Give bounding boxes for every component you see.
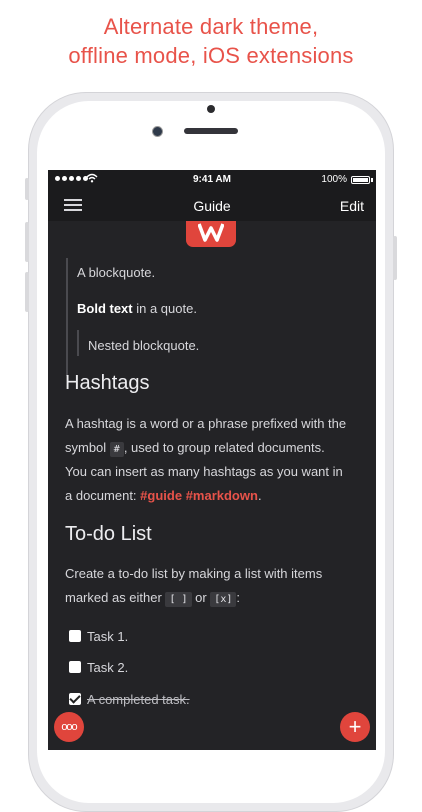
hashtags-line-3: You can insert as many hashtags as you w…: [65, 464, 343, 479]
todo-item: Task 1.: [69, 627, 128, 645]
headline-line-1: Alternate dark theme,: [103, 14, 319, 39]
mute-switch: [25, 178, 29, 200]
todo-line-2: marked as either [ ] or [x]:: [65, 586, 365, 610]
blockquote: A blockquote. Bold text in a quote. Nest…: [66, 258, 367, 376]
todo-heading: To-do List: [65, 523, 152, 545]
add-document-button[interactable]: +: [340, 712, 370, 742]
hashtags-line-4: a document: #guide #markdown.: [65, 484, 365, 508]
battery-tip: [371, 178, 373, 182]
text-span: marked as either: [65, 590, 166, 605]
hashtags-line-1: A hashtag is a word or a phrase prefixed…: [65, 416, 347, 431]
text-span: .: [257, 488, 262, 503]
bold-rest: in a quote.: [132, 301, 197, 316]
earpiece-speaker: [184, 128, 238, 134]
todo-item-label: Task 1.: [87, 628, 129, 644]
front-camera: [152, 126, 163, 137]
plus-icon: +: [348, 714, 362, 739]
checkbox[interactable]: [69, 630, 81, 642]
power-button: [393, 236, 397, 280]
navigation-bar: Guide Edit: [48, 190, 376, 221]
hashtag-markdown-link[interactable]: #markdown: [186, 488, 258, 503]
todo-item: A completed task.: [69, 690, 190, 708]
more-dots-icon: ooo: [61, 721, 77, 733]
nested-blockquote-text: Nested blockquote.: [88, 338, 200, 353]
todo-line-1: Create a to-do list by making a list wit…: [65, 566, 323, 581]
headline-line-2: offline mode, iOS extensions: [68, 43, 354, 68]
more-options-button[interactable]: ooo: [54, 712, 84, 742]
text-span: a document:: [65, 488, 141, 503]
app-logo: [186, 221, 236, 247]
todo-item: Task 2.: [69, 658, 128, 676]
checkbox[interactable]: [69, 661, 81, 673]
text-span: symbol: [65, 440, 110, 455]
hashtags-heading: Hashtags: [65, 372, 150, 394]
proximity-sensor: [207, 105, 215, 113]
battery-icon: [351, 176, 370, 184]
hashtags-line-2: symbol #, used to group related document…: [65, 436, 365, 460]
checkbox-checked[interactable]: [69, 693, 81, 705]
text-span: , used to group related documents.: [123, 440, 325, 455]
hashtag-guide-link[interactable]: #guide: [140, 488, 182, 503]
edit-button[interactable]: Edit: [340, 198, 364, 214]
logo-w-icon: [198, 223, 224, 242]
text-span: :: [236, 590, 240, 605]
status-bar: 9:41 AM 100%: [48, 170, 376, 190]
inline-code: [x]: [210, 592, 237, 607]
nav-title: Guide: [193, 198, 231, 214]
app-screen: A blockquote. Bold text in a quote. Nest…: [48, 170, 376, 750]
marketing-headline: Alternate dark theme, offline mode, iOS …: [0, 12, 422, 70]
hashtags-paragraph: A hashtag is a word or a phrase prefixed…: [65, 412, 365, 508]
todo-paragraph: Create a to-do list by making a list wit…: [65, 562, 365, 610]
blockquote-bold-line: Bold text in a quote.: [77, 300, 197, 317]
inline-code: #: [109, 442, 124, 457]
inline-code: [ ]: [165, 592, 192, 607]
bold-text: Bold text: [77, 301, 133, 316]
battery-percent: 100%: [321, 174, 347, 185]
volume-down-button: [25, 272, 29, 312]
nested-blockquote: Nested blockquote.: [77, 330, 199, 356]
todo-item-label: A completed task.: [87, 691, 190, 707]
text-span: or: [191, 590, 211, 605]
todo-item-label: Task 2.: [87, 659, 129, 675]
volume-up-button: [25, 222, 29, 262]
blockquote-line: A blockquote.: [77, 265, 156, 280]
